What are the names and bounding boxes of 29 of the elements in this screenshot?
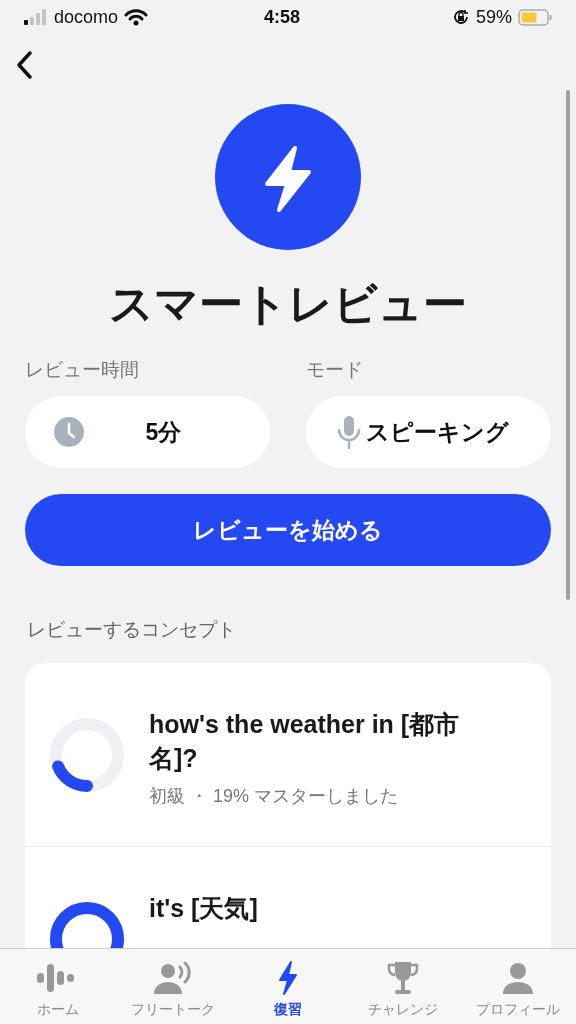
person-icon	[502, 962, 535, 994]
lightning-logo-icon	[215, 104, 361, 250]
tab-item[interactable]: ホーム	[0, 949, 116, 1024]
tab-item[interactable]: 復習	[230, 949, 346, 1024]
wifi-icon	[124, 8, 149, 26]
person-speaking-icon	[151, 961, 194, 995]
setting-label: レビュー時間	[25, 359, 139, 380]
tab-item[interactable]: チャレンジ	[345, 949, 461, 1024]
carrier-name: docomo	[54, 5, 119, 29]
battery-percent: 59%	[475, 5, 512, 29]
lightning-icon	[277, 961, 299, 995]
setting-label: モード	[306, 359, 363, 380]
setting-selector[interactable]: スピーキング	[306, 396, 551, 468]
signal-icon	[24, 9, 48, 25]
microphone-icon	[336, 415, 362, 449]
setting-selector[interactable]: 5分	[25, 396, 270, 468]
battery-icon	[518, 8, 552, 26]
tab-item[interactable]: フリートーク	[115, 949, 231, 1024]
rotation-lock-icon	[451, 8, 470, 26]
clock-icon	[53, 416, 85, 448]
concept-subtitle: 初級 ・ 19% マスターしました	[149, 784, 400, 808]
concept-title: it's [天気]	[149, 892, 259, 924]
section-title: レビューするコンセプト	[27, 619, 236, 640]
clock-time: 4:58	[264, 5, 301, 29]
concept-title: how's the weather in [都市名]?	[149, 708, 461, 774]
page-title: スマートレビュー	[109, 278, 467, 330]
start-review-button[interactable]: レビューを始める	[25, 494, 551, 566]
tab-item[interactable]: プロフィール	[460, 949, 576, 1024]
trophy-icon	[386, 961, 421, 995]
